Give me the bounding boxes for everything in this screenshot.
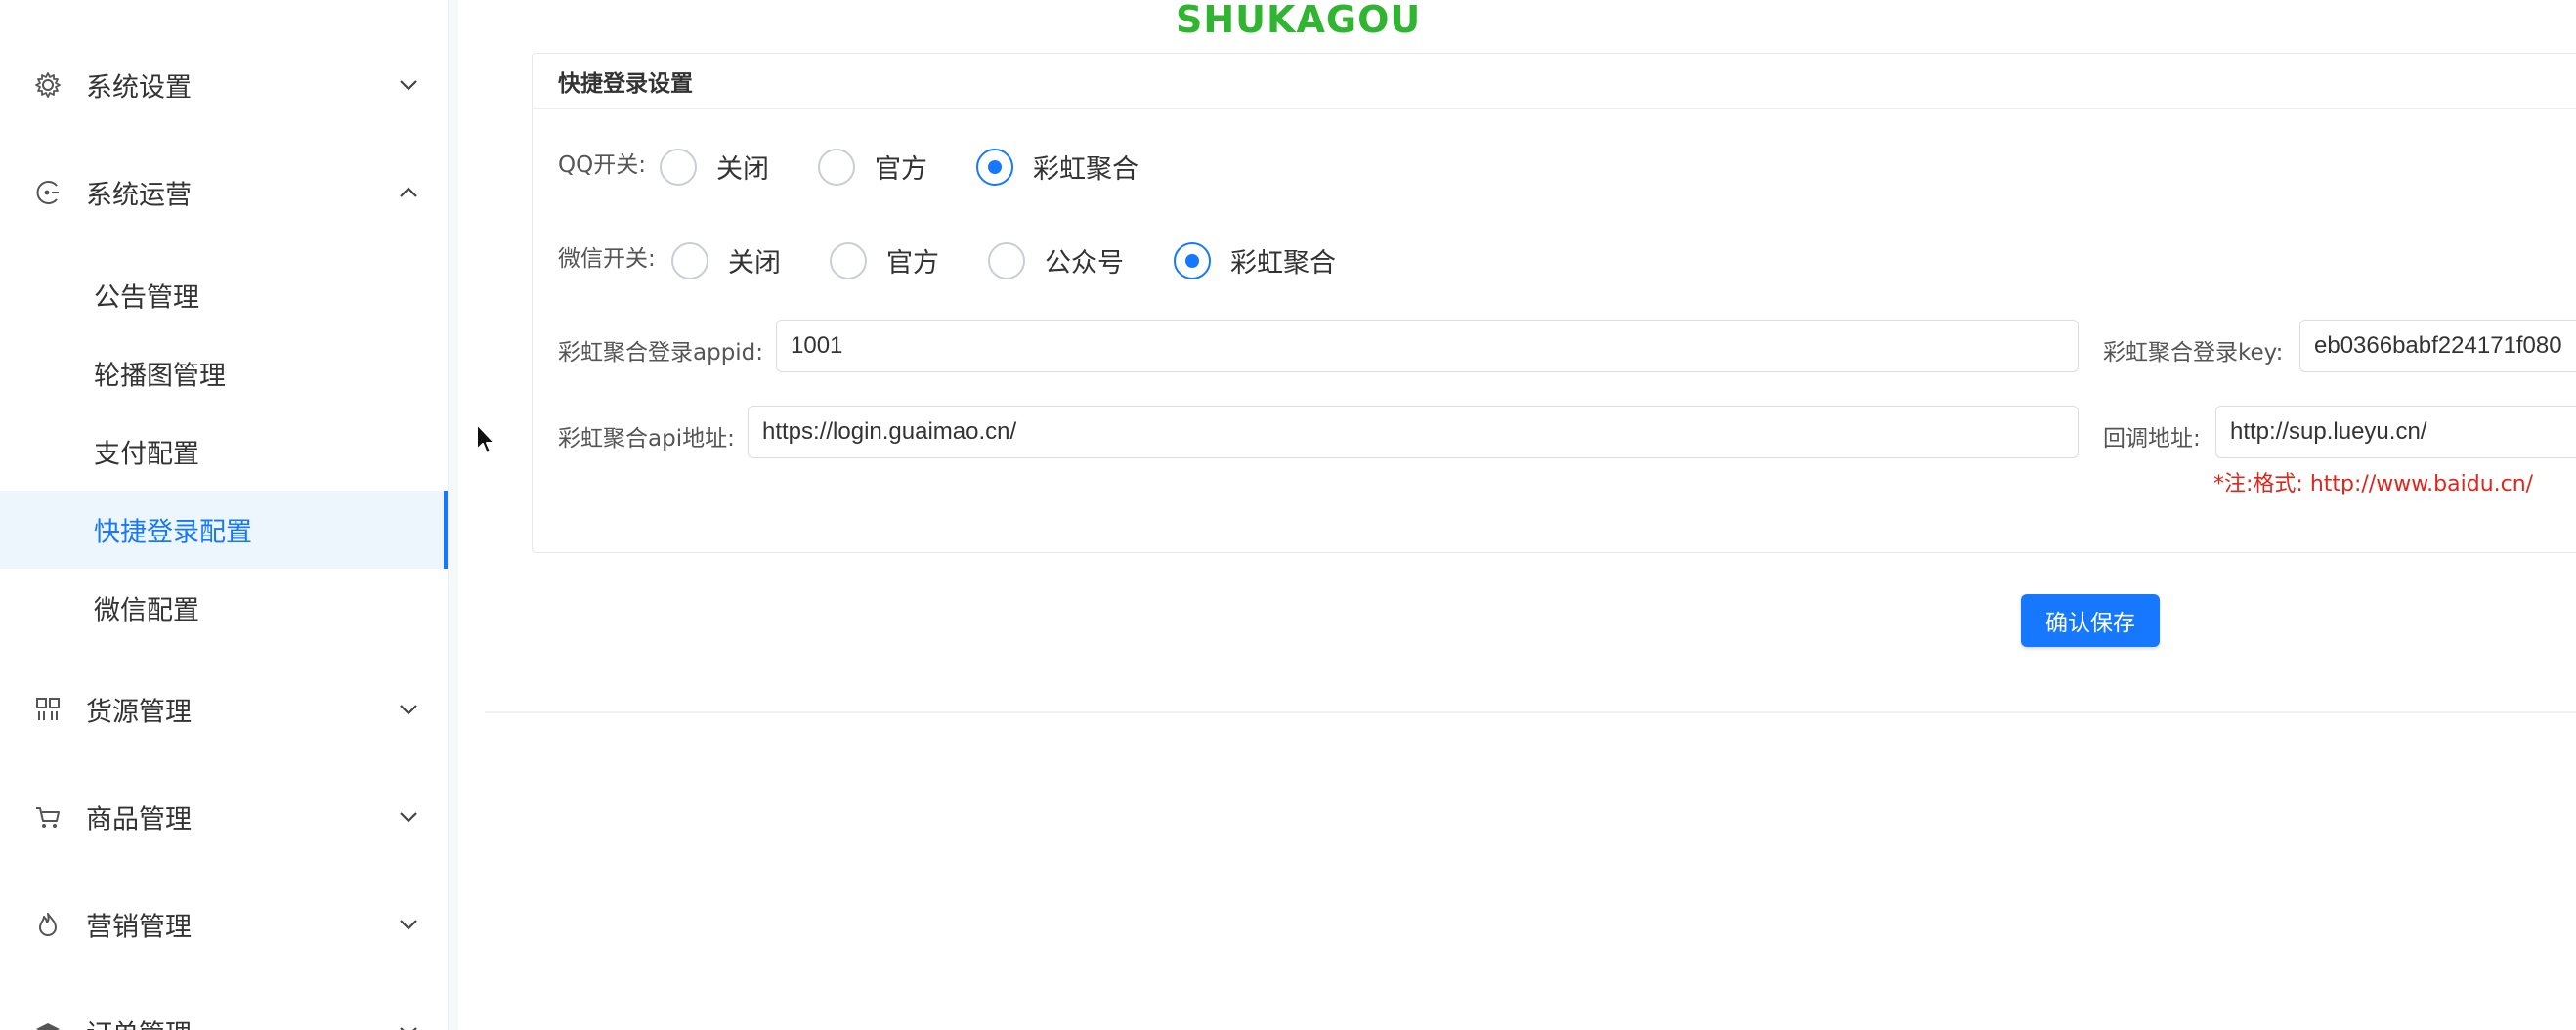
key-field-wrapper [2299,320,2576,372]
menu-group-label: 订单管理 [86,1013,192,1030]
sidebar-item-label: 轮播图管理 [94,361,226,392]
format-note-prefix: *注:格式: [2213,472,2303,496]
chevron-down-icon [395,1018,422,1030]
menu-group-system-operations[interactable]: 系统运营 [0,150,448,235]
wechat-switch-label: 微信开关: [558,246,656,272]
radio-circle [818,148,855,186]
sidebar-item-wechat-config[interactable]: 微信配置 [0,569,448,647]
sidebar-item-announcements[interactable]: 公告管理 [0,256,448,334]
menu-group-label: 营销管理 [86,912,192,943]
api-address-label: 彩虹聚合api地址: [558,426,735,451]
radio-label: 彩虹聚合 [1033,154,1138,185]
api-address-input[interactable] [749,407,2078,457]
radio-label: 官方 [875,154,927,185]
chevron-down-icon [395,803,422,831]
card-header: 快捷登录设置 [533,54,2576,109]
menu-group-label: 系统设置 [86,72,192,104]
menu-group-label: 商品管理 [86,804,192,836]
menu-group-label: 货源管理 [86,697,192,728]
menu-group-system-settings[interactable]: 系统设置 [0,43,448,127]
api-address-field-wrapper [748,406,2079,458]
grid-icon [33,695,63,724]
callback-address-input[interactable] [2216,407,2576,457]
appid-label: 彩虹聚合登录appid: [558,340,764,365]
mouse-cursor-icon [476,423,495,454]
qq-radio-rainbow[interactable]: 彩虹聚合 [976,148,1138,186]
wechat-radio-official-account[interactable]: 公众号 [988,241,1124,279]
callback-address-label: 回调地址: [2103,426,2201,451]
sidebar-item-label: 快捷登录配置 [94,517,252,548]
radio-circle [830,241,867,279]
radio-circle [988,241,1025,279]
confirm-save-button[interactable]: 确认保存 [2021,594,2160,647]
sidebar-item-label: 微信配置 [94,595,199,626]
quick-login-settings-card: 快捷登录设置 QQ开关: 关闭 官方 彩虹聚合 微信开关: 关闭 官方 公众号 [532,53,2576,553]
menu-group-label: 系统运营 [86,180,192,211]
content-divider [485,711,2576,713]
radio-label: 彩虹聚合 [1230,248,1336,279]
chevron-up-icon [395,179,422,206]
chevron-down-icon [395,71,422,99]
qq-radio-off[interactable]: 关闭 [660,148,769,186]
chevron-down-icon [395,696,422,723]
appid-input[interactable] [777,321,2078,371]
sidebar: 系统设置 系统运营 公告管理 轮播图管理 支付配置 快捷登录配置 微信配置 货源… [0,0,448,1030]
radio-circle [976,148,1013,186]
sidebar-item-quick-login-config[interactable]: 快捷登录配置 [0,491,448,569]
sidebar-item-label: 支付配置 [94,439,199,470]
gear-icon [33,70,63,100]
sidebar-divider [448,0,458,1030]
sidebar-item-label: 公告管理 [94,282,199,314]
radio-label: 公众号 [1045,248,1124,279]
menu-group-order-management[interactable]: 订单管理 [0,990,448,1030]
menu-group-supply-management[interactable]: 货源管理 [0,667,448,751]
callback-address-field-wrapper [2215,406,2576,458]
card-title: 快捷登录设置 [558,71,693,97]
menu-group-product-management[interactable]: 商品管理 [0,775,448,859]
page-root: 系统设置 系统运营 公告管理 轮播图管理 支付配置 快捷登录配置 微信配置 货源… [0,0,2576,1030]
wechat-radio-off[interactable]: 关闭 [671,241,781,279]
operations-icon [33,178,63,207]
radio-circle [660,148,697,186]
menu-group-marketing-management[interactable]: 营销管理 [0,882,448,966]
format-note: *注:格式: http://www.baidu.cn/ [2213,466,2533,497]
key-input[interactable] [2300,321,2576,371]
chevron-down-icon [395,911,422,938]
order-icon [33,1017,63,1030]
radio-label: 官方 [886,248,939,279]
format-note-example: http://www.baidu.cn/ [2309,472,2534,496]
key-label: 彩虹聚合登录key: [2103,340,2284,365]
wechat-radio-official[interactable]: 官方 [830,241,939,279]
qq-radio-official[interactable]: 官方 [818,148,927,186]
radio-label: 关闭 [728,248,781,279]
radio-label: 关闭 [716,154,769,185]
brand-logo-text: SHUKAGOU [1176,0,1422,41]
radio-circle [671,241,708,279]
sidebar-item-payment-config[interactable]: 支付配置 [0,412,448,491]
flame-icon [33,910,63,939]
cart-icon [33,802,63,832]
wechat-radio-rainbow[interactable]: 彩虹聚合 [1174,241,1336,279]
radio-circle [1174,241,1211,279]
qq-switch-label: QQ开关: [558,152,646,178]
appid-field-wrapper [776,320,2079,372]
sidebar-item-carousel[interactable]: 轮播图管理 [0,334,448,412]
